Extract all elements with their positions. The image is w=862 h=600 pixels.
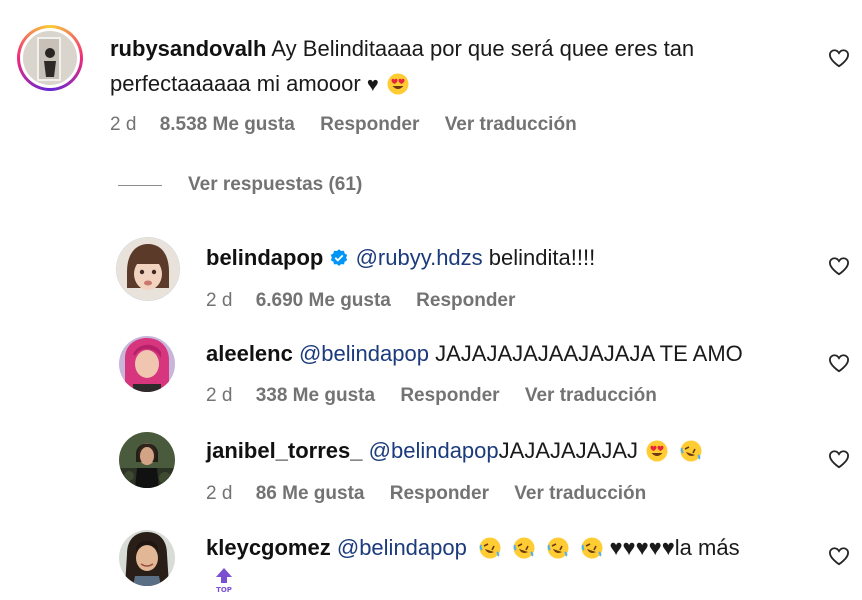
reply-time: 2 d (206, 483, 233, 504)
comment-text-line1: rubysandovalh Ay Belinditaaaa por que se… (110, 32, 694, 66)
comment-time: 2 d (110, 114, 137, 135)
heart-outline-icon[interactable] (828, 256, 850, 276)
reply-text-line: kleycgomez @belindapop ♥♥♥♥♥la más (206, 531, 740, 565)
mention-link[interactable]: @rubyy.hdzs (356, 245, 483, 270)
reply-text-line: janibel_torres_ @belindapopJAJAJAJAJAJ (206, 434, 702, 468)
heart-eyes-emoji (387, 73, 409, 95)
reply-button[interactable]: Responder (416, 290, 515, 311)
reply-text-line: aleelenc @belindapop JAJAJAJAJAAJAJAJA T… (206, 337, 743, 371)
reply-button[interactable]: Responder (390, 483, 489, 504)
reply-meta: 2 d 6.690 Me gusta Responder (206, 289, 535, 313)
mention-link[interactable]: @belindapop (369, 438, 499, 463)
comment-meta: 2 d 8.538 Me gusta Responder Ver traducc… (110, 113, 597, 137)
reply-text-line: belindapop @rubyy.hdzs belindita!!!! (206, 241, 595, 275)
rolling-laughing-emoji (547, 537, 569, 559)
reply-username[interactable]: belindapop (206, 245, 323, 270)
reply-likes[interactable]: 6.690 Me gusta (256, 290, 391, 311)
comment-likes[interactable]: 8.538 Me gusta (160, 114, 295, 135)
heart-outline-icon[interactable] (828, 449, 850, 469)
reply-time: 2 d (206, 385, 233, 406)
heart-outline-icon[interactable] (828, 353, 850, 373)
top-emoji-icon: TOP (212, 566, 236, 594)
reply-meta: 2 d 338 Me gusta Responder Ver traducció… (206, 384, 677, 408)
reply-meta: 2 d 86 Me gusta Responder Ver traducción (206, 482, 666, 506)
reply-button[interactable]: Responder (320, 114, 419, 135)
reply-time: 2 d (206, 290, 233, 311)
heart-eyes-emoji (646, 440, 668, 462)
rolling-laughing-emoji (479, 537, 501, 559)
reply-text: ♥♥♥♥♥la más (609, 535, 740, 560)
avatar-story-ring[interactable] (17, 25, 83, 91)
verified-badge-icon (329, 244, 349, 266)
mention-link[interactable]: @belindapop (337, 535, 467, 560)
avatar[interactable] (116, 237, 180, 301)
heart-outline-icon[interactable] (828, 48, 850, 68)
black-heart-icon: ♥ (366, 74, 379, 96)
rolling-laughing-emoji (680, 440, 702, 462)
translate-button[interactable]: Ver traducción (514, 483, 646, 504)
translate-button[interactable]: Ver traducción (525, 385, 657, 406)
top-label: TOP (216, 586, 232, 594)
comment-text-line2: perfectaaaaaa mi amooor ♥ (110, 67, 409, 102)
comment-username[interactable]: rubysandovalh (110, 36, 266, 61)
comment-text: Ay Belinditaaaa por que será quee eres t… (271, 36, 695, 61)
reply-text: belindita!!!! (488, 245, 596, 270)
mention-link[interactable]: @belindapop (299, 341, 429, 366)
avatar (23, 31, 77, 85)
reply-text: JAJAJAJAJAAJAJAJA TE AMO (435, 341, 743, 366)
avatar[interactable] (119, 336, 175, 392)
translate-button[interactable]: Ver traducción (445, 114, 577, 135)
rolling-laughing-emoji (513, 537, 535, 559)
reply-username[interactable]: aleelenc (206, 341, 293, 366)
view-replies-button[interactable]: Ver respuestas (61) (188, 173, 362, 197)
reply-username[interactable]: kleycgomez (206, 535, 331, 560)
rolling-laughing-emoji (581, 537, 603, 559)
reply-text: JAJAJAJAJAJ (498, 438, 639, 463)
comments-panel: rubysandovalh Ay Belinditaaaa por que se… (0, 0, 862, 600)
avatar[interactable] (119, 432, 175, 488)
replies-divider (118, 185, 162, 186)
reply-likes[interactable]: 86 Me gusta (256, 483, 365, 504)
heart-outline-icon[interactable] (828, 546, 850, 566)
avatar[interactable] (119, 530, 175, 586)
reply-username[interactable]: janibel_torres_ (206, 438, 363, 463)
reply-likes[interactable]: 338 Me gusta (256, 385, 375, 406)
reply-button[interactable]: Responder (400, 385, 499, 406)
comment-text-cont: perfectaaaaaa mi amooor (110, 71, 361, 96)
